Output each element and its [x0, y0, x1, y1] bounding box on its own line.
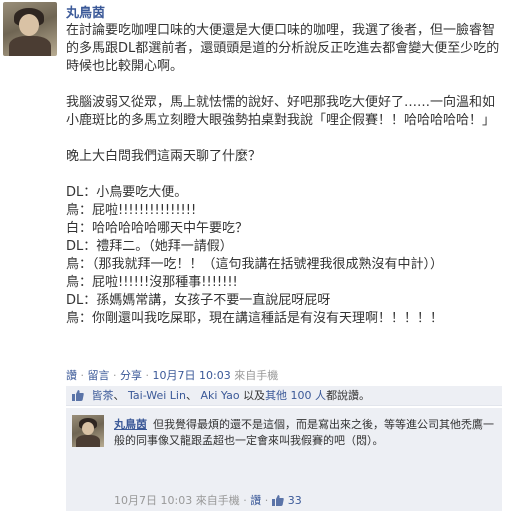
separator: ·: [77, 369, 88, 382]
comment-text: 但我覺得最煩的還不是這個，而是寫出來之後，等等進公司其他禿鷹一般的同事像又龍跟孟…: [114, 418, 494, 447]
post-author-name[interactable]: 丸鳥茵: [66, 2, 105, 21]
comment-timestamp: 10月7日 10:03: [114, 494, 193, 507]
other-likers-link[interactable]: 其他 100 人: [265, 389, 326, 402]
post-source: 來自手機: [234, 369, 279, 382]
liker-name[interactable]: Aki Yao: [200, 389, 239, 402]
likes-suffix: 都說讚。: [326, 389, 371, 402]
comment-body: 丸鳥茵 但我覺得最煩的還不是這個，而是寫出來之後，等等進公司其他禿鷹一般的同事像又…: [114, 417, 494, 449]
post-dialogue: DL：小鳥要吃大便。 鳥：屁啦!!!!!!!!!!!!!!! 白：哈哈哈哈哈哪天…: [66, 185, 444, 326]
comment-author-name[interactable]: 丸鳥茵: [114, 418, 147, 431]
likes-summary: 皆茶、 Tai-Wei Lin、 Aki Yao 以及其他 100 人都說讚。: [66, 386, 502, 406]
thumbs-up-icon: [271, 495, 284, 506]
likes-and: 以及: [243, 389, 266, 402]
post-paragraph-3: 晚上大白問我們這兩天聊了什麼？: [66, 149, 262, 164]
post-actions-bar: 讚 · 留言 · 分享 · 10月7日 10:03 來自手機: [66, 369, 279, 382]
comment-author-avatar[interactable]: [72, 415, 104, 447]
post-paragraph-2: 我腦波弱又從眾，馬上就怯懦的說好、好吧那我吃大便好了……一向溫和如小鹿斑比的多馬…: [66, 95, 496, 128]
comment-like-count[interactable]: 33: [288, 494, 302, 507]
author-avatar[interactable]: [3, 2, 57, 56]
comment-meta: 10月7日 10:03 來自手機 · 讚 · 33: [114, 494, 302, 507]
post-timestamp[interactable]: 10月7日 10:03: [153, 369, 231, 382]
comment-like-link[interactable]: 讚: [250, 494, 261, 507]
post-paragraph-1: 在討論要吃咖哩口味的大便還是大便口味的咖哩，我選了後者，但一臉睿智的多馬跟DL都…: [66, 23, 500, 74]
liker-name[interactable]: Tai-Wei Lin: [128, 389, 186, 402]
comment-source: 來自手機: [195, 494, 240, 507]
comment-link[interactable]: 留言: [88, 369, 110, 382]
like-link[interactable]: 讚: [66, 369, 77, 382]
post-body: 在討論要吃咖哩口味的大便還是大便口味的咖哩，我選了後者，但一臉睿智的多馬跟DL都…: [66, 22, 502, 328]
liker-name[interactable]: 皆茶: [92, 389, 114, 402]
thumbs-up-icon: [72, 390, 84, 401]
share-link[interactable]: 分享: [120, 369, 142, 382]
comment-item: 丸鳥茵 但我覺得最煩的還不是這個，而是寫出來之後，等等進公司其他禿鷹一般的同事像又…: [66, 408, 502, 511]
